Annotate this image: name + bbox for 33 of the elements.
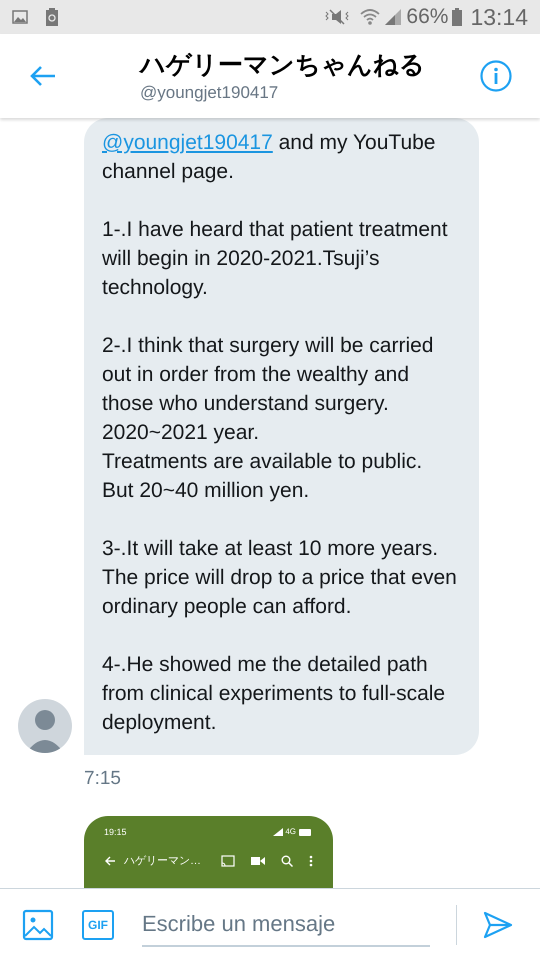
network-label: 4G [285, 826, 296, 838]
battery-icon [299, 828, 313, 836]
message-text: @youngjet190417 and my YouTube channel page. [102, 130, 436, 185]
signal-icon [384, 8, 402, 26]
message-text: 1-.I have heard that patient treatment will begin in 2020-2021.Tsuji’s technology. [102, 217, 449, 301]
message-text: 4-.He showed me the detailed path from clinical experiments to full-scale deployment. [102, 652, 446, 736]
message-time: 7:15 [84, 767, 122, 791]
back-arrow-icon [104, 856, 116, 866]
image-button[interactable] [22, 908, 54, 940]
mention-link[interactable]: @youngjet190417 [102, 131, 273, 154]
search-icon [281, 855, 293, 868]
info-button[interactable] [480, 60, 512, 92]
battery-icon [452, 8, 462, 26]
clock: 13:14 [470, 2, 528, 32]
chat-title: ハゲリーマンちゃんねる [140, 50, 426, 81]
screenshot-title: ハゲリーマン… [124, 854, 201, 869]
mute-icon [324, 8, 350, 26]
message-text: 2-.I think that surgery will be carried out in order from the wealthy and those who understand surgery. 2020~2021 year. Treatments are available to public. But 20~40 million yen. [102, 333, 434, 504]
screenshot-time: 19:15 [104, 826, 127, 838]
message-field[interactable]: Escribe un mensaje [142, 902, 430, 946]
image-icon [12, 10, 28, 24]
battery-percent: 66% [406, 4, 448, 30]
more-icon [309, 855, 313, 868]
gif-button[interactable]: GIF [82, 910, 114, 940]
message-text: 3-.It will take at least 10 more years. The price will drop to a price that even ordinary people can afford. [102, 536, 458, 620]
cast-icon [221, 855, 235, 868]
user-handle: @youngjet190417 [140, 82, 280, 104]
video-camera-icon [251, 856, 265, 866]
signal-icon [273, 828, 284, 836]
avatar[interactable] [18, 699, 72, 753]
send-button[interactable] [483, 910, 513, 940]
wifi-icon [360, 8, 380, 26]
image-attachment[interactable]: 19:15 4G ハゲリーマン… [84, 816, 333, 888]
